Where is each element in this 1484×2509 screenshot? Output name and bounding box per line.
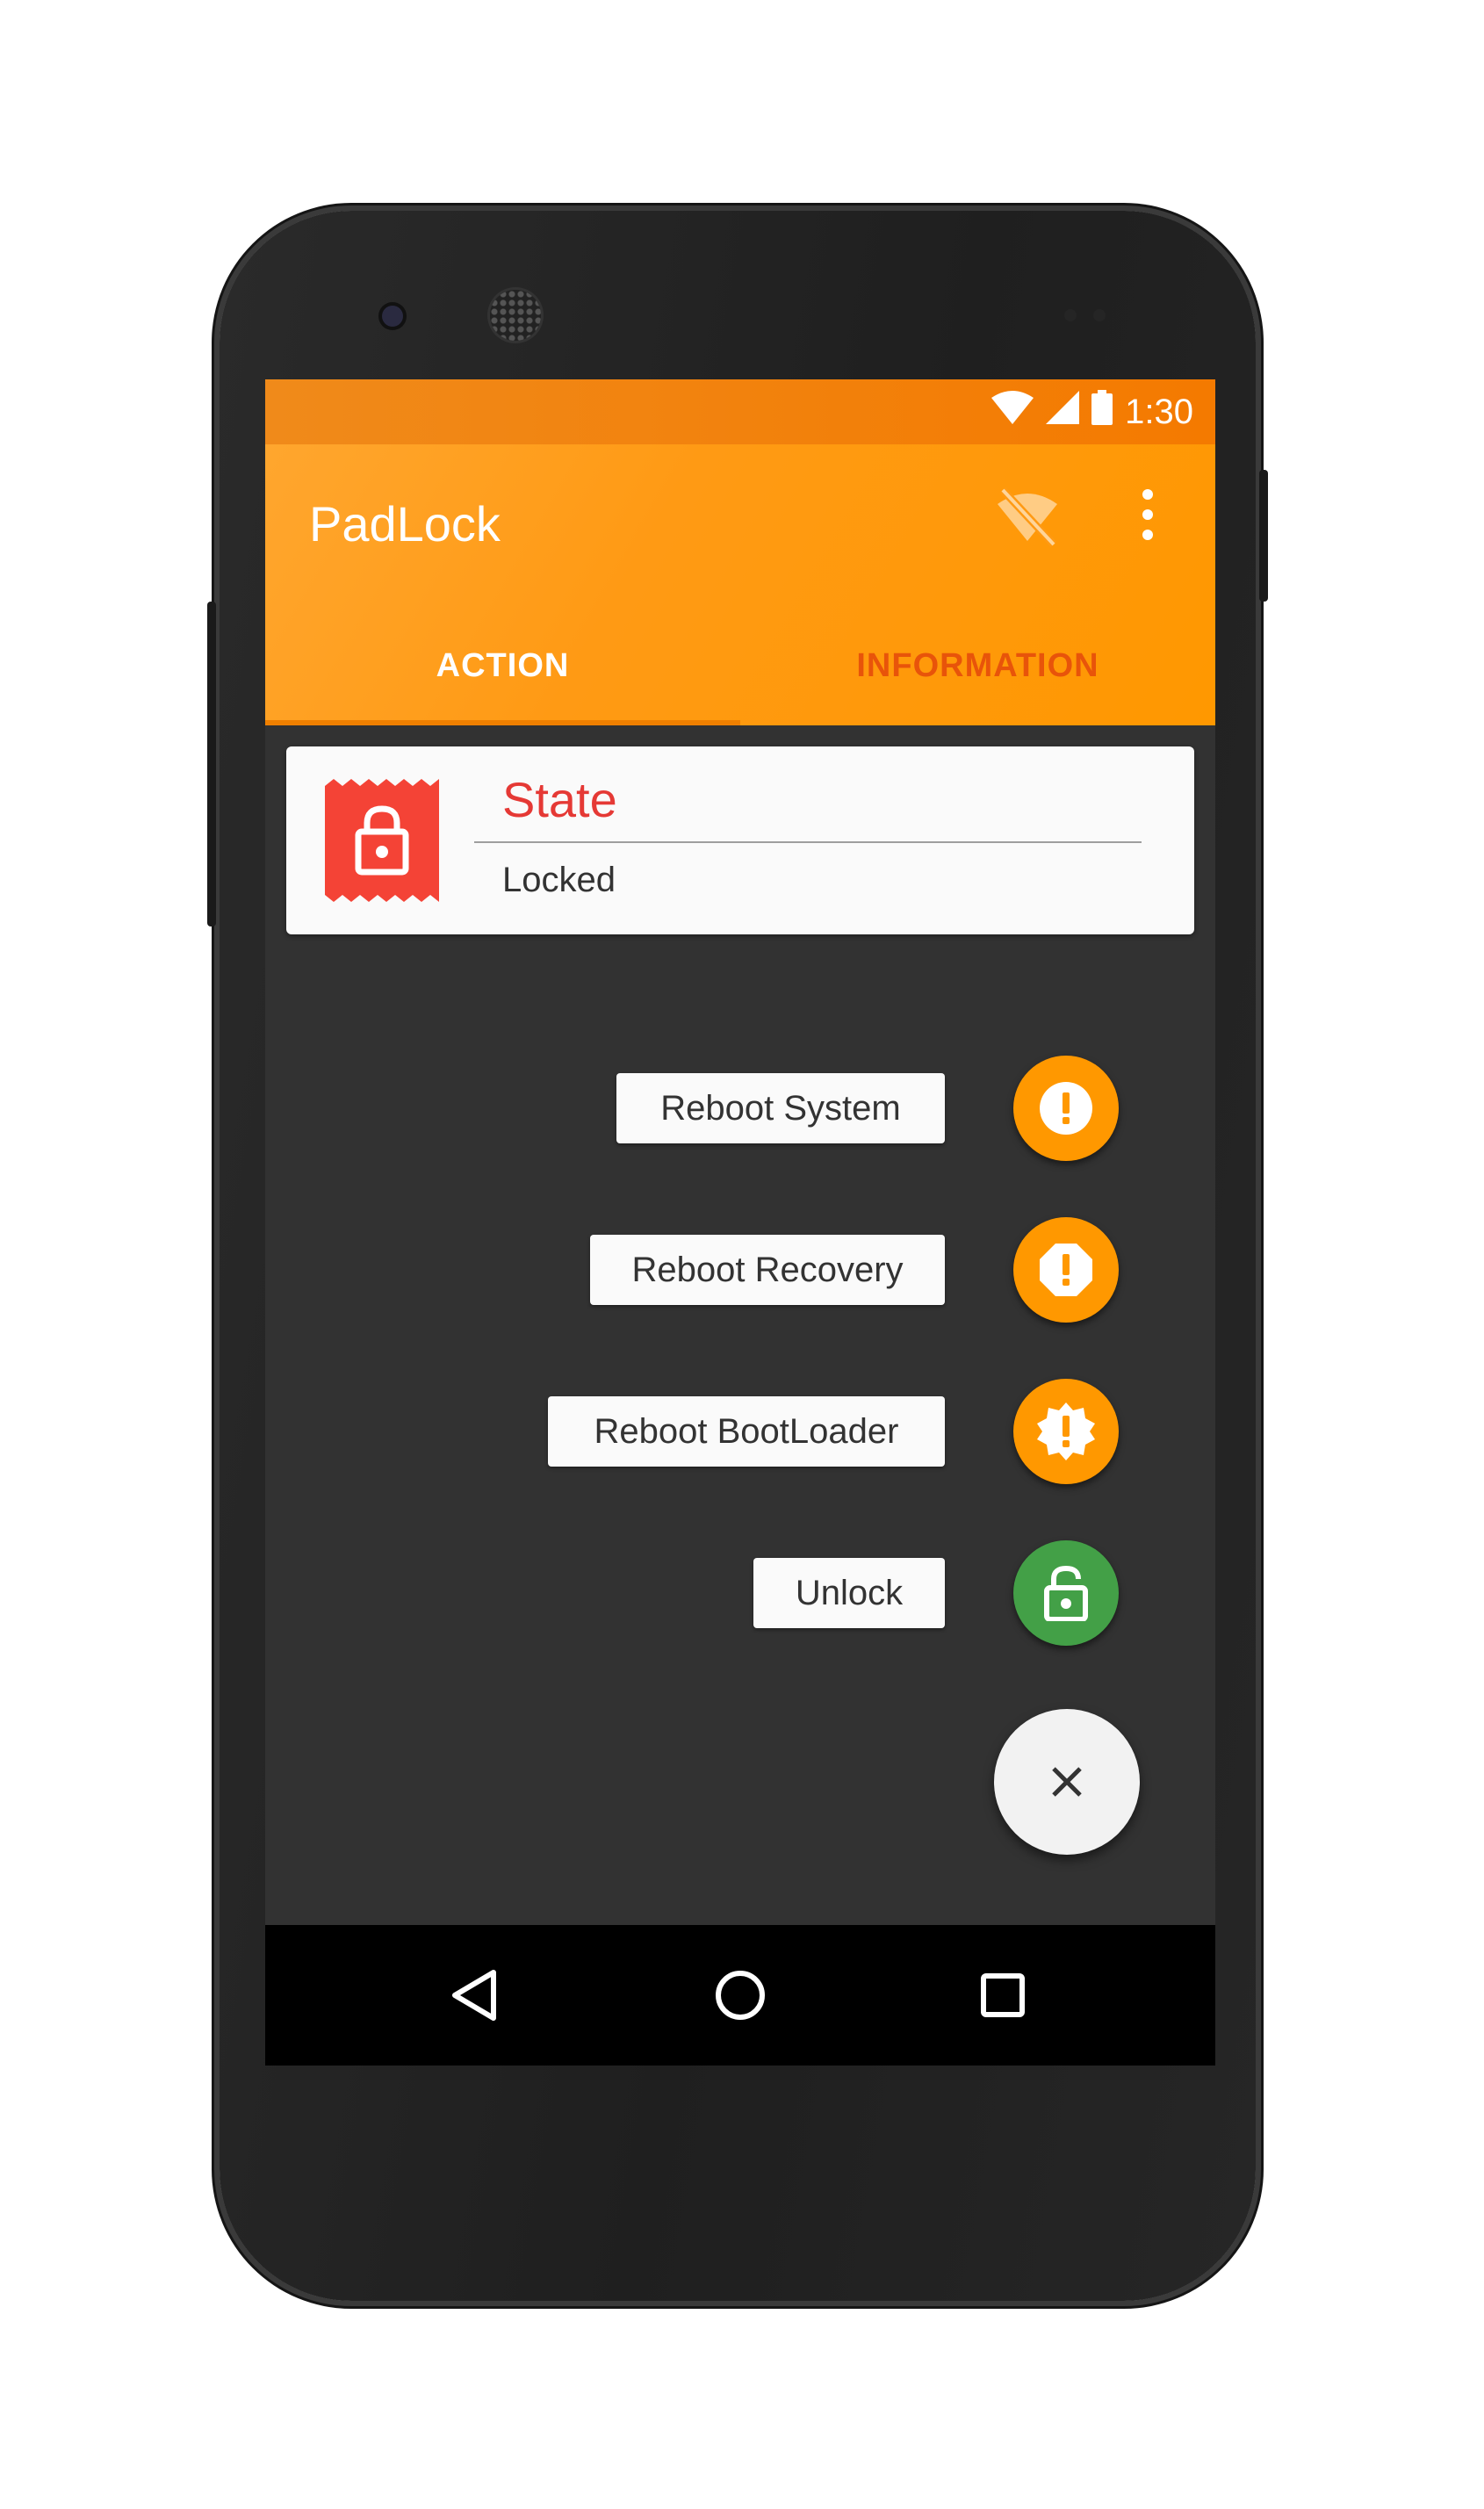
back-triangle-icon	[452, 1970, 496, 2021]
lock-ticket-icon	[325, 779, 439, 902]
close-icon	[1052, 1767, 1082, 1797]
state-value: Locked	[502, 861, 616, 899]
battery-icon	[1091, 390, 1113, 434]
recents-square-icon	[981, 1973, 1025, 2017]
status-time: 1:30	[1125, 392, 1193, 431]
cell-signal-icon	[1046, 391, 1080, 433]
reboot-bootloader-label[interactable]: Reboot BootLoader	[548, 1396, 945, 1467]
alert-decagram-icon	[1037, 1402, 1095, 1460]
wifi-signal-icon	[991, 391, 1034, 433]
divider	[474, 841, 1142, 843]
reboot-bootloader-button[interactable]	[1013, 1379, 1119, 1484]
nav-home-button[interactable]	[705, 1960, 775, 2030]
wifi-off-icon[interactable]	[992, 479, 1063, 550]
tab-indicator	[265, 720, 740, 725]
state-title: State	[502, 772, 617, 827]
nav-back-button[interactable]	[439, 1960, 509, 2030]
sensor-dot	[1093, 309, 1106, 321]
screen: 1:30 PadLock ACTION INFORMATION State Lo…	[265, 379, 1215, 2066]
app-title: PadLock	[309, 496, 501, 552]
home-circle-icon	[716, 1971, 765, 2020]
alert-octagon-icon	[1040, 1244, 1092, 1296]
tab-action[interactable]: ACTION	[265, 607, 740, 725]
alert-circle-icon	[1040, 1082, 1092, 1135]
unlock-button[interactable]	[1013, 1540, 1119, 1646]
app-bar: PadLock ACTION INFORMATION	[265, 444, 1215, 725]
front-camera	[382, 306, 403, 327]
lock-open-icon	[1044, 1565, 1088, 1621]
reboot-system-button[interactable]	[1013, 1056, 1119, 1161]
nav-recents-button[interactable]	[968, 1960, 1038, 2030]
reboot-system-label[interactable]: Reboot System	[616, 1073, 945, 1143]
earpiece-speaker	[490, 290, 541, 341]
reboot-recovery-label[interactable]: Reboot Recovery	[590, 1235, 945, 1305]
phone-side-button-left	[207, 602, 216, 926]
overflow-menu-icon[interactable]	[1130, 484, 1165, 545]
sensor-dot	[1064, 309, 1077, 321]
tab-information[interactable]: INFORMATION	[740, 607, 1215, 725]
reboot-recovery-button[interactable]	[1013, 1217, 1119, 1323]
unlock-label[interactable]: Unlock	[753, 1558, 945, 1628]
navigation-bar	[265, 1925, 1215, 2066]
state-card: State Locked	[286, 746, 1194, 934]
phone-side-button-right	[1259, 470, 1268, 602]
fab-close-button[interactable]	[994, 1709, 1140, 1855]
status-bar: 1:30	[265, 379, 1215, 444]
